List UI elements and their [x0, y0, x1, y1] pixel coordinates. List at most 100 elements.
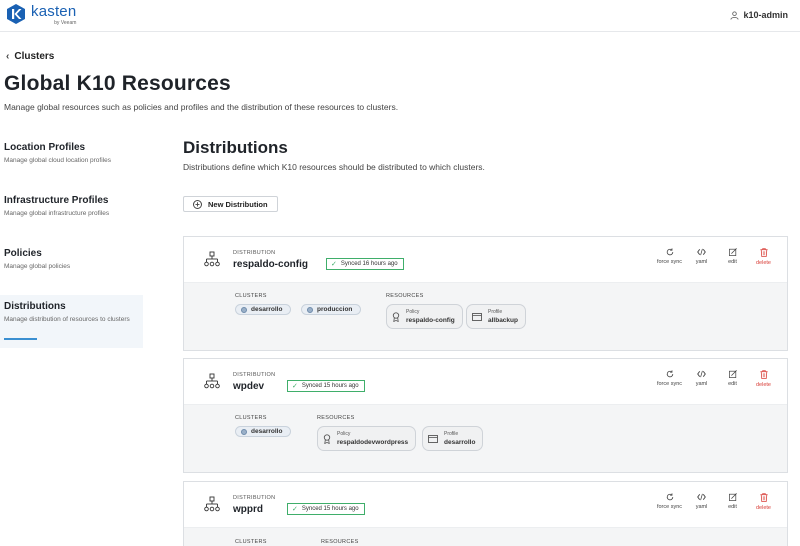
- chevron-left-icon: ‹: [6, 51, 10, 62]
- force-sync-button[interactable]: force sync: [653, 370, 686, 388]
- trash-icon: [759, 493, 768, 502]
- code-icon: [697, 370, 706, 378]
- sidebar-item-desc: Manage global policies: [4, 263, 71, 270]
- resource-kind: Profile: [444, 431, 459, 437]
- resource-name: desarrollo: [444, 439, 476, 446]
- resource-kind: Profile: [488, 309, 503, 315]
- distribution-card: DISTRIBUTION wpdev ✓ Synced 15 hours ago…: [183, 358, 788, 473]
- status-text: Synced 15 hours ago: [301, 506, 359, 512]
- edit-icon: [728, 493, 737, 501]
- status-text: Synced 16 hours ago: [340, 261, 398, 267]
- refresh-icon: [666, 248, 673, 256]
- profile-icon: [428, 434, 438, 443]
- check-icon: ✓: [292, 383, 298, 390]
- status-badge: ✓ Synced 16 hours ago: [326, 258, 404, 270]
- delete-button[interactable]: delete: [748, 370, 779, 388]
- distribution-icon: [204, 496, 220, 512]
- distribution-icon: [204, 251, 220, 267]
- cluster-chip[interactable]: produccion: [301, 304, 362, 315]
- distribution-card: DISTRIBUTION respaldo-config ✓ Synced 16…: [183, 236, 788, 351]
- sidebar-nav: Location Profiles Manage global cloud lo…: [0, 136, 143, 348]
- user-menu[interactable]: k10-admin: [730, 10, 788, 20]
- sidebar-item-distributions[interactable]: Distributions Manage distribution of res…: [0, 295, 143, 348]
- sidebar-item-title: Location Profiles: [4, 142, 86, 153]
- policy-icon: [323, 433, 331, 444]
- status-badge: ✓ Synced 15 hours ago: [287, 503, 365, 515]
- edit-button[interactable]: edit: [717, 248, 748, 266]
- distribution-name: respaldo-config: [233, 259, 309, 270]
- force-sync-button[interactable]: force sync: [653, 248, 686, 266]
- back-link-label: Clusters: [14, 51, 55, 62]
- resource-kind: Policy: [406, 309, 420, 315]
- resource-chip-policy[interactable]: Policy respaldo-config: [386, 304, 463, 329]
- edit-label: edit: [728, 504, 737, 510]
- section-description: Distributions define which K10 resources…: [183, 162, 485, 172]
- status-text: Synced 15 hours ago: [301, 383, 359, 389]
- kasten-logo[interactable]: kasten by Veeam: [5, 3, 76, 26]
- resource-kind: Policy: [337, 431, 351, 437]
- force-sync-label: force sync: [656, 504, 683, 510]
- plus-circle-icon: +: [193, 199, 202, 209]
- section-title: Distributions: [183, 138, 288, 157]
- card-actions: force sync yaml edit delete: [653, 493, 779, 511]
- refresh-icon: [666, 370, 673, 378]
- sidebar-item-location-profiles[interactable]: Location Profiles Manage global cloud lo…: [0, 136, 143, 189]
- back-link-clusters[interactable]: ‹ Clusters: [6, 51, 54, 62]
- trash-icon: [759, 370, 768, 379]
- edit-label: edit: [728, 381, 737, 387]
- force-sync-button[interactable]: force sync: [653, 493, 686, 511]
- cluster-chip[interactable]: desarrollo: [235, 426, 292, 437]
- delete-button[interactable]: delete: [748, 493, 779, 511]
- card-actions: force sync yaml edit delete: [653, 248, 779, 266]
- cluster-chip[interactable]: desarrollo: [235, 304, 292, 315]
- edit-icon: [728, 370, 737, 378]
- new-distribution-button[interactable]: + New Distribution: [183, 196, 278, 212]
- cluster-icon: [307, 306, 313, 313]
- resource-name: allbackup: [488, 317, 518, 324]
- distribution-label: DISTRIBUTION: [233, 250, 276, 256]
- yaml-button[interactable]: yaml: [686, 248, 717, 266]
- resource-chip-policy[interactable]: Policy respaldodevwordpress: [317, 426, 417, 451]
- page-title: Global K10 Resources: [4, 72, 231, 95]
- delete-label: delete: [756, 260, 771, 266]
- delete-button[interactable]: delete: [748, 248, 779, 266]
- delete-label: delete: [756, 382, 771, 388]
- brand-sub: by Veeam: [54, 20, 77, 26]
- code-icon: [697, 493, 706, 501]
- sidebar-item-desc: Manage global infrastructure profiles: [4, 210, 110, 217]
- clusters-label: CLUSTERS: [235, 293, 267, 299]
- check-icon: ✓: [331, 261, 337, 268]
- user-icon: [730, 10, 739, 20]
- trash-icon: [759, 248, 768, 257]
- sidebar-item-title: Policies: [4, 248, 42, 259]
- new-distribution-label: New Distribution: [208, 199, 268, 209]
- brand-name: kasten: [31, 3, 77, 20]
- force-sync-label: force sync: [656, 259, 683, 265]
- profile-icon: [472, 312, 482, 321]
- edit-button[interactable]: edit: [717, 370, 748, 388]
- resources-label: RESOURCES: [317, 415, 355, 421]
- user-name: k10-admin: [743, 10, 788, 20]
- yaml-button[interactable]: yaml: [686, 493, 717, 511]
- sidebar-item-policies[interactable]: Policies Manage global policies: [0, 242, 143, 295]
- delete-label: delete: [756, 505, 771, 511]
- kasten-logo-icon: [7, 4, 25, 24]
- distribution-card: DISTRIBUTION wpprd ✓ Synced 15 hours ago…: [183, 481, 788, 546]
- code-icon: [697, 248, 706, 256]
- cluster-icon: [241, 306, 247, 313]
- yaml-label: yaml: [695, 504, 708, 510]
- resource-chip-profile[interactable]: Profile allbackup: [466, 304, 526, 329]
- distribution-name: wpdev: [233, 381, 265, 392]
- status-badge: ✓ Synced 15 hours ago: [287, 380, 365, 392]
- distribution-label: DISTRIBUTION: [233, 372, 276, 378]
- distribution-label: DISTRIBUTION: [233, 495, 276, 501]
- sidebar-item-desc: Manage distribution of resources to clus…: [4, 316, 130, 323]
- yaml-button[interactable]: yaml: [686, 370, 717, 388]
- sidebar-item-title: Distributions: [4, 301, 66, 312]
- resource-chip-profile[interactable]: Profile desarrollo: [422, 426, 484, 451]
- cluster-name: desarrollo: [251, 306, 283, 313]
- edit-button[interactable]: edit: [717, 493, 748, 511]
- sidebar-item-infrastructure-profiles[interactable]: Infrastructure Profiles Manage global in…: [0, 189, 143, 242]
- distribution-name: wpprd: [233, 504, 263, 515]
- distribution-icon: [204, 373, 220, 389]
